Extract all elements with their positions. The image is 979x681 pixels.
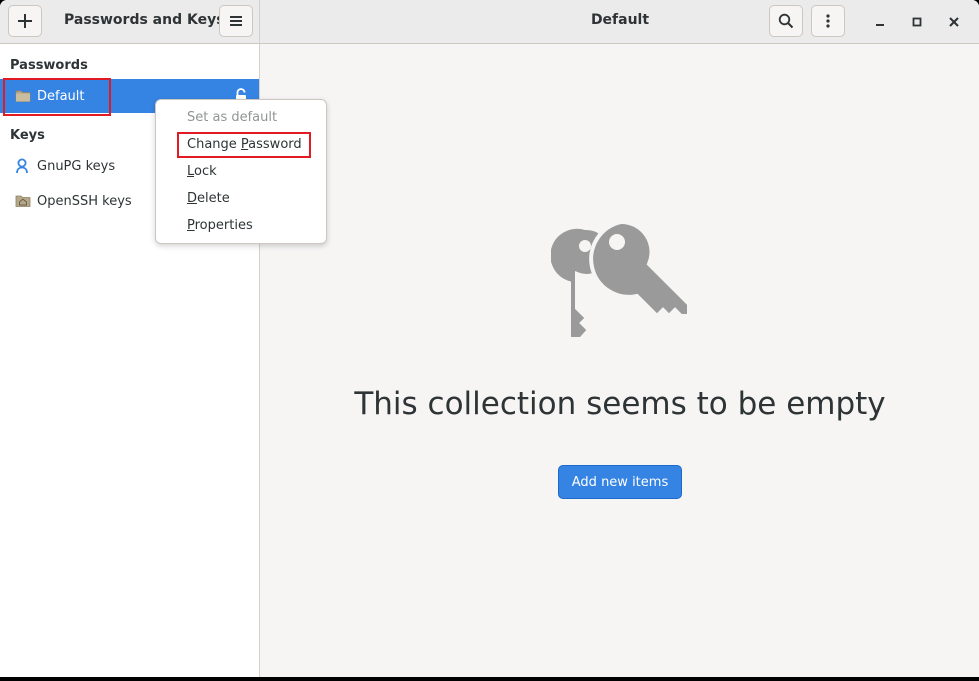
view-title: Default: [590, 12, 650, 28]
close-icon: [949, 17, 959, 27]
passwords-heading: Passwords: [10, 58, 88, 73]
more-options-button[interactable]: [811, 5, 845, 37]
main-content: This collection seems to be empty Add ne…: [261, 44, 979, 677]
menu-item-set-as-default[interactable]: Set as default: [187, 110, 277, 125]
keys-heading: Keys: [10, 128, 45, 143]
empty-state-message: This collection seems to be empty: [354, 386, 886, 422]
gnupg-person-icon: [16, 158, 28, 174]
minimize-button[interactable]: [868, 10, 892, 34]
new-item-button[interactable]: [8, 5, 42, 37]
keys-icon: [551, 219, 691, 341]
maximize-icon: [912, 17, 922, 27]
header-bar: Passwords and Keys Default: [0, 0, 979, 44]
menu-item-delete[interactable]: Delete: [187, 191, 230, 206]
minimize-icon: [876, 24, 884, 26]
add-new-items-button[interactable]: Add new items: [558, 465, 682, 499]
vertical-dots-icon: [826, 14, 830, 28]
search-icon: [778, 13, 794, 29]
header-left: Passwords and Keys: [0, 0, 260, 44]
menu-item-properties[interactable]: Properties: [187, 218, 253, 233]
main-menu-button[interactable]: [219, 5, 253, 37]
sidebar-item-label: GnuPG keys: [37, 158, 116, 174]
hamburger-menu-icon: [230, 16, 242, 26]
menu-item-lock[interactable]: Lock: [187, 164, 217, 179]
context-menu: Set as default Change Password Lock Dele…: [155, 99, 327, 244]
maximize-button[interactable]: [905, 10, 929, 34]
app-title: Passwords and Keys: [64, 12, 225, 28]
highlight-change-password: [177, 132, 311, 158]
close-button[interactable]: [942, 10, 966, 34]
app-window: Passwords and Keys Default Passwords Def…: [0, 0, 979, 677]
highlight-default-item: [3, 78, 111, 116]
home-folder-icon: [15, 195, 31, 207]
search-button[interactable]: [769, 5, 803, 37]
sidebar-item-label: OpenSSH keys: [37, 193, 132, 209]
plus-icon: [18, 14, 32, 28]
